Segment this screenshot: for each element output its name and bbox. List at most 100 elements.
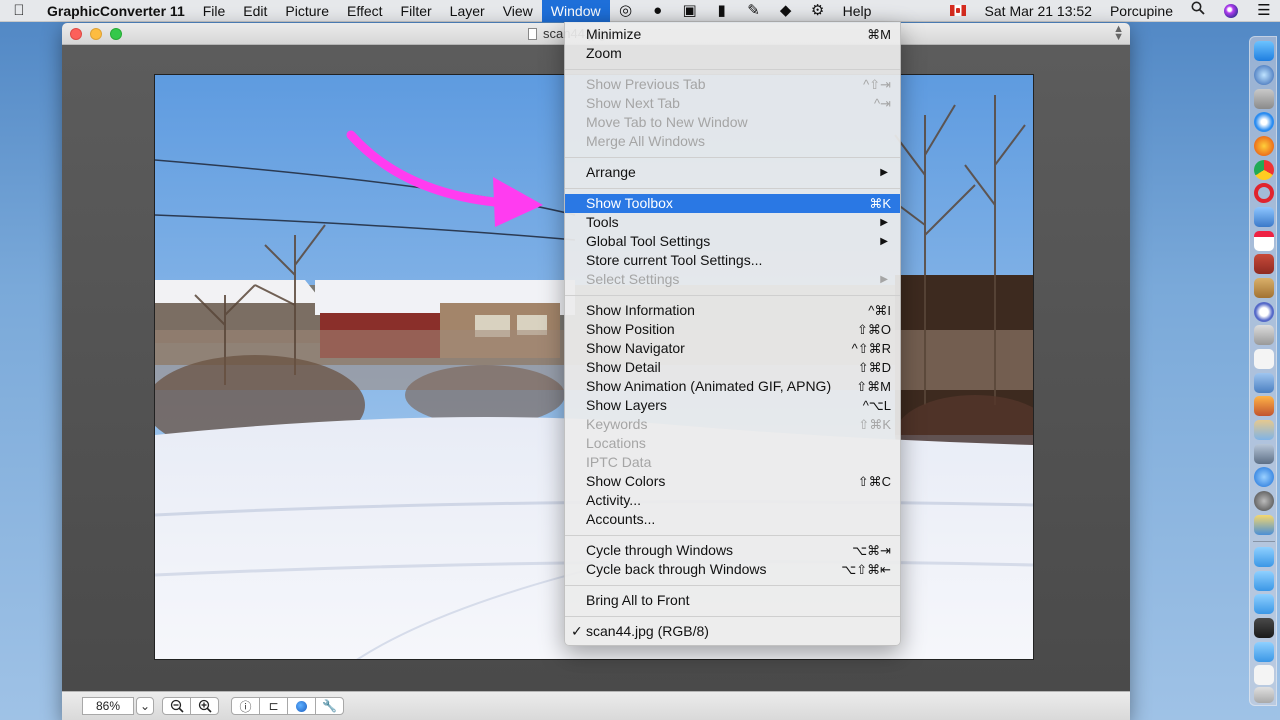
menu-view[interactable]: View [494, 0, 542, 22]
menu-item-label: Minimize [586, 26, 642, 42]
system-preferences-icon[interactable] [1254, 491, 1274, 511]
menu-item-minimize[interactable]: Minimize ⌘M [565, 25, 900, 44]
folder-icon[interactable] [1254, 594, 1274, 614]
menu-item-label: Keywords [586, 416, 648, 432]
camera-icon[interactable]: ▣ [674, 0, 706, 22]
menu-item-store-tool-settings[interactable]: Store current Tool Settings... [565, 251, 900, 270]
finder-icon[interactable] [1254, 41, 1274, 61]
siri-dock-icon[interactable] [1254, 65, 1274, 85]
menu-item-show-position[interactable]: Show Position ⇧⌘O [565, 320, 900, 339]
menu-item-cycle-windows[interactable]: Cycle through Windows ⌥⌘⇥ [565, 541, 900, 560]
gear-icon[interactable]: ⚙ [802, 0, 834, 22]
submenu-arrow-icon: ▶ [880, 217, 888, 228]
menu-item-label: Show Toolbox [586, 195, 673, 211]
launchpad-icon[interactable] [1254, 89, 1274, 109]
siri-icon[interactable] [1224, 3, 1238, 18]
photo-tool-icon[interactable] [1254, 515, 1274, 535]
menu-filter[interactable]: Filter [392, 0, 441, 22]
canada-flag-icon[interactable] [949, 5, 966, 16]
script-icon[interactable]: ◆ [770, 0, 802, 22]
menu-item-shortcut: ⌥⌘⇥ [852, 543, 891, 558]
target-icon[interactable]: ◎ [610, 0, 642, 22]
menu-item-label: Cycle through Windows [586, 542, 734, 558]
dictionary-icon[interactable] [1254, 254, 1274, 274]
preview-icon[interactable] [1254, 207, 1274, 227]
menu-item-label: Show Navigator [586, 340, 685, 356]
menu-effect[interactable]: Effect [338, 0, 392, 22]
clipboard-icon[interactable]: ▮ [706, 0, 738, 22]
menu-item-show-animation[interactable]: Show Animation (Animated GIF, APNG) ⇧⌘M [565, 377, 900, 396]
menu-separator [565, 69, 900, 70]
menu-item-window-scan44[interactable]: ✓ scan44.jpg (RGB/8) [565, 622, 900, 641]
graphicconverter-icon[interactable] [1254, 396, 1274, 416]
menu-item-tools[interactable]: Tools ▶ [565, 213, 900, 232]
menu-separator [565, 157, 900, 158]
wrench-icon[interactable]: 🔧 [315, 697, 344, 715]
zoom-out-icon[interactable] [162, 697, 191, 715]
globe-icon[interactable] [287, 697, 316, 715]
textedit-icon[interactable] [1254, 349, 1274, 369]
firefox-icon[interactable] [1254, 136, 1274, 156]
zoom-level-field[interactable]: 86% [82, 697, 134, 715]
menu-picture[interactable]: Picture [276, 0, 338, 22]
menu-item-shortcut: ^⇥ [874, 96, 891, 111]
app-menu[interactable]: GraphicConverter 11 [38, 0, 194, 22]
menu-edit[interactable]: Edit [234, 0, 276, 22]
menu-item-label: Store current Tool Settings... [586, 252, 763, 268]
person-icon[interactable]: ● [642, 0, 674, 22]
document-stack-icon[interactable] [1254, 665, 1274, 685]
zoom-dropdown-chevron-icon[interactable]: ⌄ [136, 697, 154, 715]
menu-item-zoom[interactable]: Zoom [565, 44, 900, 63]
menu-item-show-toolbox[interactable]: Show Toolbox ⌘K [565, 194, 900, 213]
brush-icon[interactable]: ✎ [738, 0, 770, 22]
menu-item-show-colors[interactable]: Show Colors ⇧⌘C [565, 472, 900, 491]
opera-icon[interactable] [1254, 183, 1274, 203]
spotlight-search-icon[interactable] [1182, 0, 1214, 22]
notification-center-icon[interactable]: ☰ [1248, 0, 1280, 22]
folder-icon[interactable] [1254, 547, 1274, 567]
menu-window[interactable]: Window [541, 0, 610, 22]
title-scroll-arrows-icon[interactable]: ▲ ▼ [1113, 24, 1124, 43]
menu-item-show-navigator[interactable]: Show Navigator ^⇧⌘R [565, 339, 900, 358]
menubar-user[interactable]: Porcupine [1101, 0, 1182, 22]
chrome-icon[interactable] [1254, 160, 1274, 180]
app-store-icon[interactable] [1254, 467, 1274, 487]
menubar-clock[interactable]: Sat Mar 21 13:52 [976, 0, 1101, 22]
image-capture-icon[interactable] [1254, 373, 1274, 393]
close-button[interactable] [70, 28, 82, 40]
menu-item-accounts[interactable]: Accounts... [565, 510, 900, 529]
menu-file[interactable]: File [194, 0, 235, 22]
menu-item-label: Merge All Windows [586, 133, 706, 149]
menu-item-show-layers[interactable]: Show Layers ^⌥L [565, 396, 900, 415]
folder-icon[interactable] [1254, 571, 1274, 591]
dock-separator [1253, 541, 1275, 542]
menu-item-label: Show Previous Tab [586, 76, 706, 92]
trash-icon[interactable] [1254, 687, 1274, 703]
info-icon[interactable]: ⓘ [231, 697, 260, 715]
menu-separator [565, 188, 900, 189]
menu-item-bring-all-to-front[interactable]: Bring All to Front [565, 591, 900, 610]
zoom-button[interactable] [110, 28, 122, 40]
photos-app-icon[interactable] [1254, 420, 1274, 440]
crop-ruler-icon[interactable]: ⊏ [259, 697, 288, 715]
menu-help[interactable]: Help [834, 0, 881, 22]
menu-item-activity[interactable]: Activity... [565, 491, 900, 510]
menu-item-arrange[interactable]: Arrange ▶ [565, 163, 900, 182]
zoom-in-icon[interactable] [190, 697, 219, 715]
minimize-button[interactable] [90, 28, 102, 40]
menu-item-cycle-back-windows[interactable]: Cycle back through Windows ⌥⇧⌘⇤ [565, 560, 900, 579]
menu-item-show-detail[interactable]: Show Detail ⇧⌘D [565, 358, 900, 377]
apple-menu-icon[interactable]:  [0, 0, 38, 22]
notes-icon[interactable] [1254, 278, 1274, 298]
bbedit-icon[interactable] [1254, 302, 1274, 322]
screen-capture-icon[interactable] [1254, 618, 1274, 638]
menu-layer[interactable]: Layer [441, 0, 494, 22]
image-app-icon[interactable] [1254, 444, 1274, 464]
menu-item-global-tool-settings[interactable]: Global Tool Settings ▶ [565, 232, 900, 251]
menu-item-show-information[interactable]: Show Information ^⌘I [565, 301, 900, 320]
calendar-icon[interactable] [1254, 231, 1274, 251]
window-menu-dropdown: Minimize ⌘M Zoom Show Previous Tab ^⇧⇥ Sho… [564, 22, 901, 646]
safari-icon[interactable] [1254, 112, 1274, 132]
folder-icon[interactable] [1254, 642, 1274, 662]
utility-icon[interactable] [1254, 325, 1274, 345]
